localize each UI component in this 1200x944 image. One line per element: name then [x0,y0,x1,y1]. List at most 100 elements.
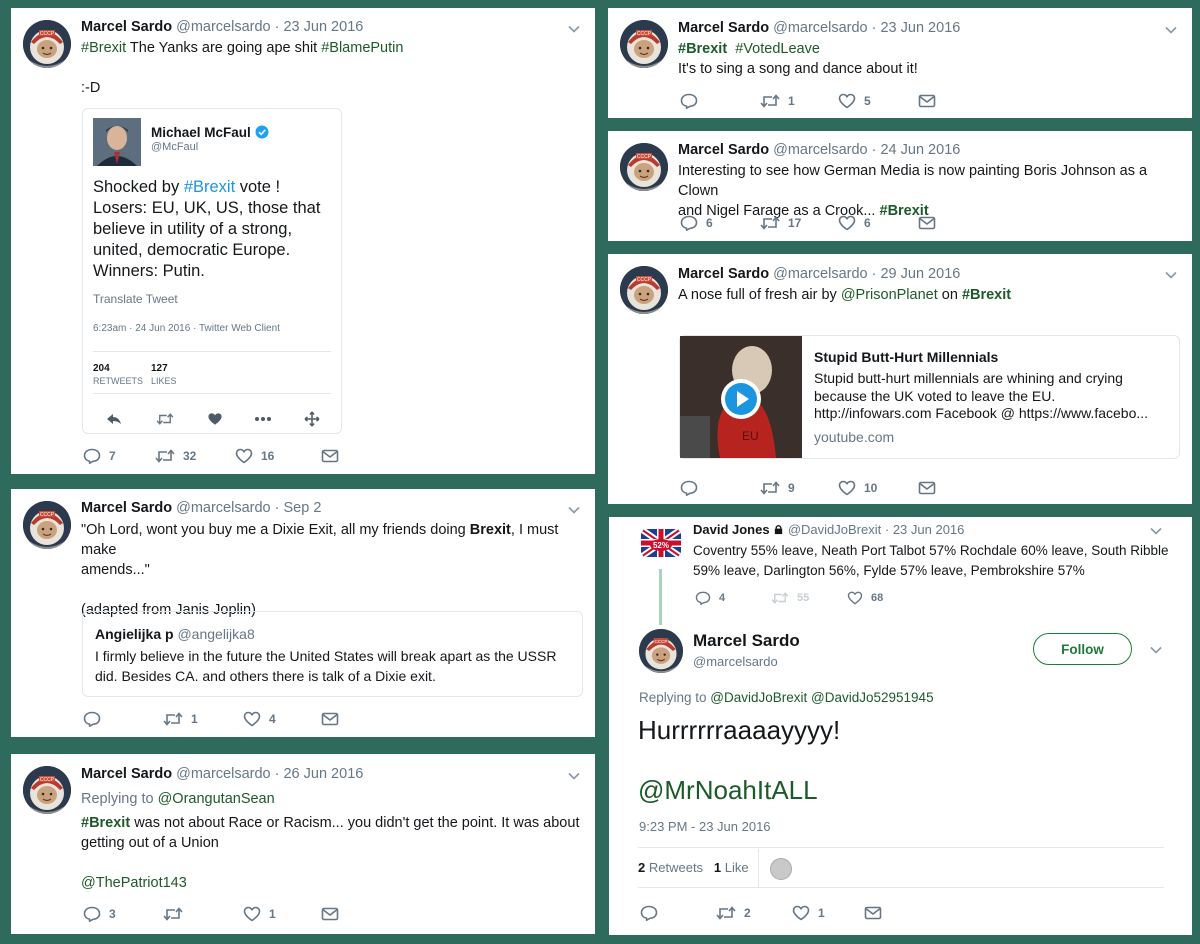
chevron-down-icon[interactable] [567,24,581,34]
author-handle[interactable]: @marcelsardo [176,19,271,35]
reply-button[interactable]: 6 [680,215,760,231]
mention-link[interactable]: @DavidJoBrexit @DavidJo52951945 [710,690,933,705]
reply-button[interactable]: 4 [695,591,771,605]
direct-message-button[interactable] [321,449,339,463]
retweet-button[interactable]: 1 [163,711,243,727]
like-button[interactable]: 1 [792,905,864,921]
follow-button[interactable]: Follow [1033,633,1132,665]
reply-button[interactable] [680,93,760,109]
author-handle[interactable]: @marcelsardo [176,500,271,516]
parent-author-name[interactable]: David Jones [693,522,770,537]
embed-avatar[interactable] [93,118,141,166]
chevron-down-icon[interactable] [567,771,581,781]
reply-button[interactable] [640,905,716,921]
avatar[interactable] [23,20,71,68]
chevron-down-icon[interactable] [1164,270,1178,280]
likes-stat[interactable]: 1 Like [714,860,749,875]
like-button[interactable]: 6 [838,215,918,231]
author-handle[interactable]: @marcelsardo [773,20,868,36]
embed-rt-stat[interactable]: 204 RETWEETS [93,363,143,387]
retweet-icon[interactable] [155,412,175,426]
direct-message-button[interactable] [918,94,936,108]
tweet-date[interactable]: · 29 Jun 2016 [872,266,961,282]
avatar[interactable] [620,20,668,68]
retweet-button[interactable]: 9 [760,480,838,496]
hashtag-link[interactable]: #Brexit [184,178,235,196]
card-title[interactable]: Stupid Butt-Hurt Millennials [814,349,998,365]
reply-button[interactable] [83,711,163,727]
tweet-date[interactable]: · 23 Jun 2016 [275,19,364,35]
like-button[interactable]: 68 [847,591,883,605]
direct-message-button[interactable] [918,481,936,495]
reply-button[interactable]: 3 [83,906,163,922]
mention-link[interactable]: @MrNoahItALL [638,775,818,806]
parent-avatar[interactable]: 52% [639,521,683,565]
avatar[interactable] [23,766,71,814]
tweet-date[interactable]: · 26 Jun 2016 [275,766,364,782]
hashtag-link[interactable]: #Brexit [81,815,130,831]
card-domain[interactable]: youtube.com [814,429,894,445]
author-name[interactable]: Marcel Sardo [81,19,172,35]
direct-message-button[interactable] [321,712,339,726]
hashtag-link[interactable]: #Brexit [81,40,126,56]
more-dots-icon[interactable] [254,416,272,422]
avatar[interactable] [620,266,668,314]
author-name[interactable]: Marcel Sardo [678,20,769,36]
quote-author-name[interactable]: Angielijka p [95,626,174,642]
chevron-down-icon[interactable] [567,505,581,515]
parent-tweet-date[interactable]: · 23 Jun 2016 [885,522,965,537]
liker-avatar[interactable] [770,858,792,880]
mention-link[interactable]: @ThePatriot143 [81,873,591,893]
hashtag-link[interactable]: #BlamePutin [321,40,403,56]
tweet-date[interactable]: · Sep 2 [275,500,322,516]
quote-author-handle[interactable]: @angelijka8 [177,626,254,642]
like-button[interactable]: 16 [235,448,321,464]
main-author-handle[interactable]: @marcelsardo [693,654,778,669]
embed-handle[interactable]: @McFaul [151,141,198,153]
author-name[interactable]: Marcel Sardo [678,266,769,282]
tweet-timestamp[interactable]: 9:23 PM - 23 Jun 2016 [639,819,771,834]
reply-arrow-icon[interactable] [105,412,123,426]
like-button[interactable]: 10 [838,480,918,496]
tweet-date[interactable]: · 23 Jun 2016 [872,20,961,36]
author-name[interactable]: Marcel Sardo [678,142,769,158]
author-handle[interactable]: @marcelsardo [176,766,271,782]
retweet-button[interactable]: 17 [760,215,838,231]
chevron-down-icon[interactable] [1149,526,1163,536]
heart-icon[interactable] [207,412,223,426]
retweet-button[interactable]: 1 [760,93,838,109]
author-name[interactable]: Marcel Sardo [81,766,172,782]
embedded-tweet[interactable]: Michael McFaul @McFaul Shocked by #Brexi… [82,108,342,434]
author-handle[interactable]: @marcelsardo [773,142,868,158]
author-name[interactable]: Marcel Sardo [81,500,172,516]
avatar[interactable] [23,501,71,549]
mention-link[interactable]: @PrisonPlanet [841,287,938,303]
play-icon[interactable] [721,379,761,419]
direct-message-button[interactable] [321,907,339,921]
link-preview-card[interactable]: EU Stupid Butt-Hurt Millennials Stupid b… [679,335,1180,459]
direct-message-button[interactable] [864,906,882,920]
video-thumbnail[interactable]: EU [680,336,802,458]
chevron-down-icon[interactable] [1164,25,1178,35]
like-button[interactable]: 4 [243,711,321,727]
embed-author-name[interactable]: Michael McFaul [151,125,251,140]
hashtag-link[interactable]: #VotedLeave [735,41,820,57]
retweet-button[interactable] [163,906,243,922]
chevron-down-icon[interactable] [1149,645,1163,655]
avatar[interactable] [620,143,668,191]
retweet-button[interactable]: 32 [155,448,235,464]
mention-link[interactable]: @OrangutanSean [158,791,275,807]
retweets-stat[interactable]: 2 Retweets [638,860,703,875]
retweet-button[interactable]: 2 [716,905,792,921]
author-handle[interactable]: @marcelsardo [773,266,868,282]
move-icon[interactable] [304,411,320,427]
hashtag-link[interactable]: #Brexit [962,287,1011,303]
like-button[interactable]: 1 [243,906,321,922]
like-button[interactable]: 5 [838,93,918,109]
avatar[interactable] [639,629,683,673]
hashtag-link[interactable]: #Brexit [678,41,727,57]
tweet-date[interactable]: · 24 Jun 2016 [872,142,961,158]
main-author-name[interactable]: Marcel Sardo [693,631,800,651]
parent-author-handle[interactable]: @DavidJoBrexit [788,522,881,537]
retweet-button[interactable]: 55 [771,591,847,605]
